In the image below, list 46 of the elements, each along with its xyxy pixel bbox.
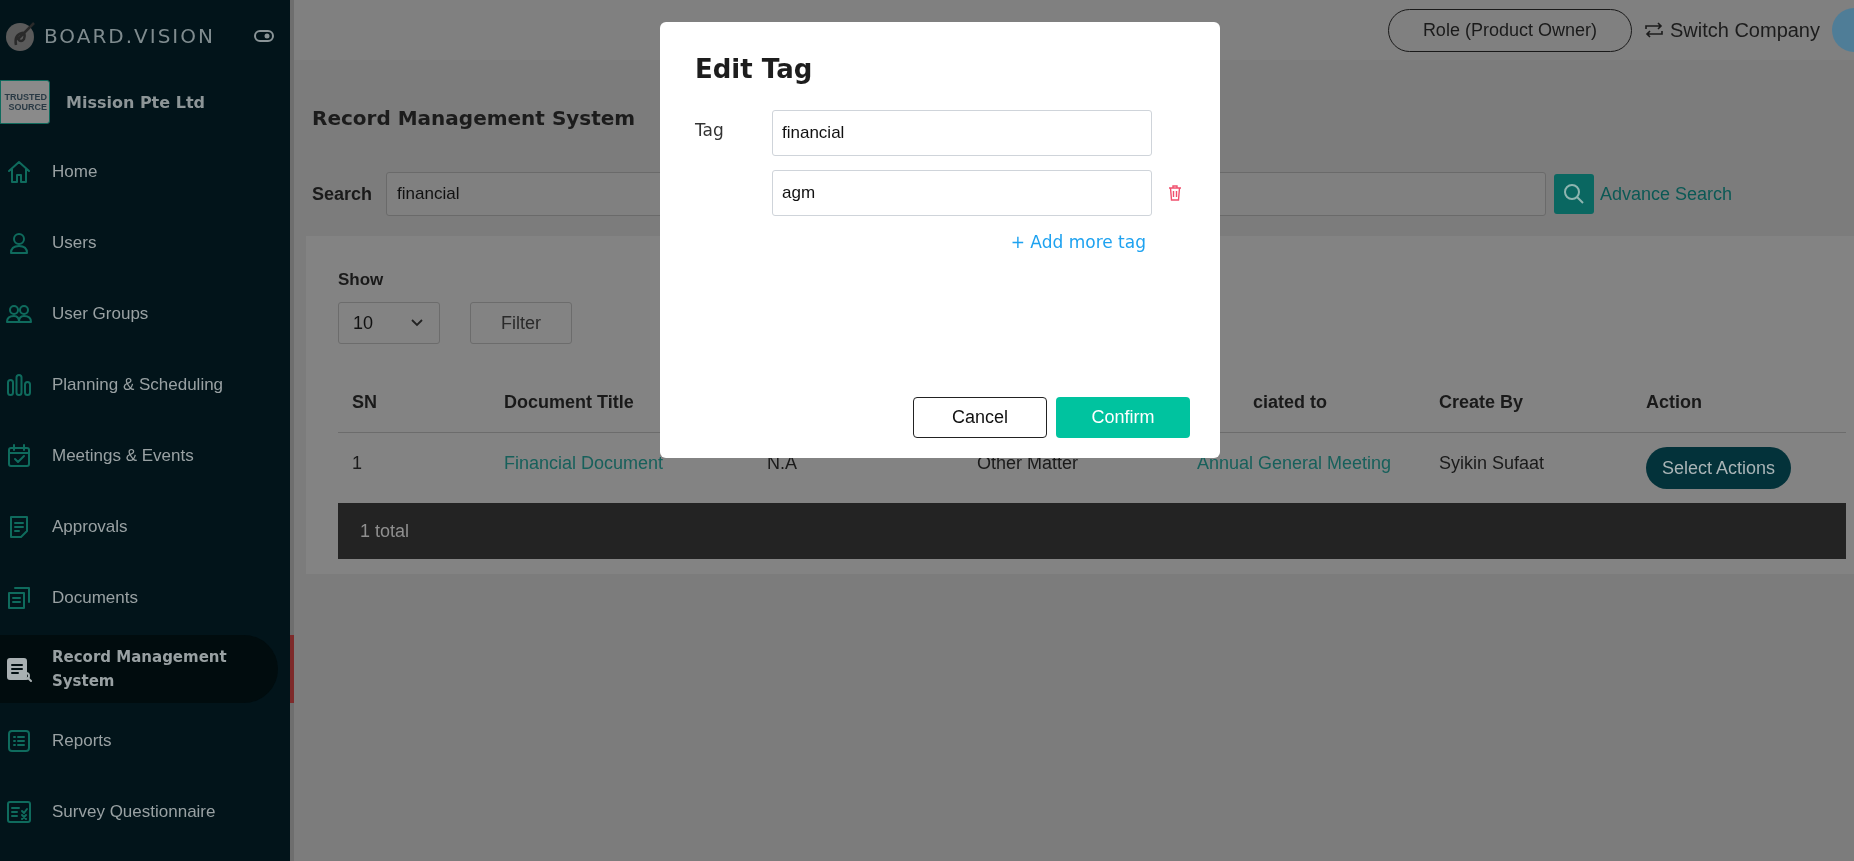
logo-icon — [4, 19, 38, 53]
page-title: Record Management System — [312, 106, 636, 130]
sidebar-item[interactable]: Home — [0, 136, 278, 207]
search-label: Search — [312, 183, 373, 205]
select-actions-button[interactable]: Select Actions — [1646, 447, 1792, 489]
record-icon — [6, 656, 32, 682]
column-header: Action — [1646, 391, 1703, 413]
home-icon — [6, 158, 32, 185]
bars-icon — [6, 371, 32, 398]
chevron-down-icon — [411, 319, 423, 327]
table-cell-text: Syikin Sufaat — [1439, 452, 1546, 474]
sidebar-item[interactable]: Users — [0, 207, 278, 278]
logo-text: TRUSTED — [4, 92, 47, 102]
docs-icon — [6, 584, 32, 611]
logo-text: SOURCE — [8, 102, 47, 112]
column-header: Create By — [1439, 391, 1525, 413]
search-button[interactable] — [1554, 174, 1595, 214]
filter-button[interactable]: Filter — [470, 302, 572, 344]
table-cell-text: 1 — [352, 452, 363, 474]
list-icon — [6, 727, 32, 754]
tag-field[interactable]: financial — [772, 110, 1152, 156]
toggle-icon[interactable] — [254, 30, 274, 42]
trash-icon[interactable] — [1168, 185, 1182, 201]
survey-icon — [6, 798, 32, 825]
tag-label: Tag — [695, 119, 725, 142]
column-header: SN — [352, 391, 378, 413]
page-size-select[interactable]: 10 — [338, 302, 440, 344]
cancel-button[interactable]: Cancel — [913, 397, 1047, 438]
switch-company-link[interactable]: Switch Company — [1669, 18, 1820, 42]
brand-name: BOARD.VISION — [44, 24, 216, 48]
sidebar-item[interactable]: Documents — [0, 562, 278, 633]
sidebar-item[interactable]: Planning & Scheduling — [0, 349, 278, 420]
total-count: 1 total — [360, 520, 410, 542]
switch-arrows-icon — [1643, 21, 1664, 39]
sidebar-item[interactable]: Reports — [0, 705, 278, 776]
sidebar-item[interactable]: Meetings & Events — [0, 420, 278, 491]
column-header: ciated to — [1252, 391, 1328, 413]
tag-field[interactable]: agm — [772, 170, 1152, 216]
company-name: Mission Pte Ltd — [66, 92, 205, 112]
calendar-icon — [6, 442, 32, 469]
sidebar-item[interactable]: User Groups — [0, 278, 278, 349]
dialog-title: Edit Tag — [695, 54, 814, 84]
sidebar-item[interactable]: Approvals — [0, 491, 278, 562]
sidebar-item[interactable]: Survey Questionnaire — [0, 776, 278, 847]
show-label: Show — [338, 270, 385, 290]
column-header: Document Title — [504, 391, 635, 413]
